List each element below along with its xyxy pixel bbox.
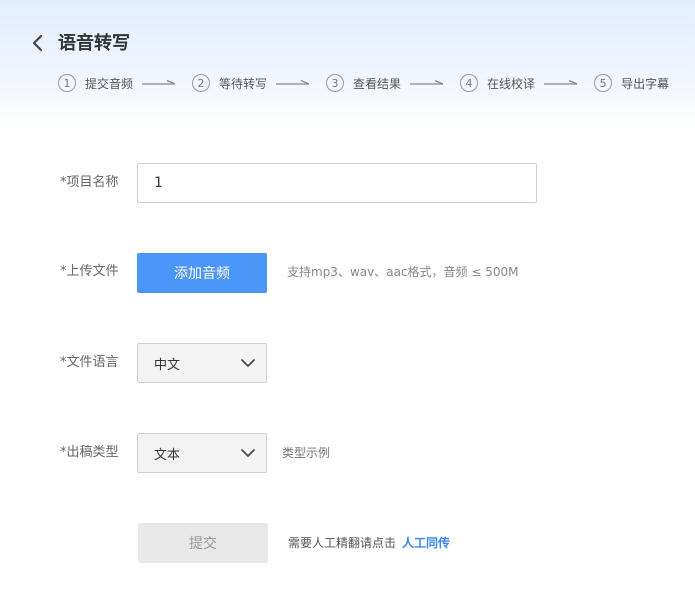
step-3: 3 查看结果 xyxy=(326,74,401,92)
chevron-down-icon xyxy=(241,359,255,367)
arrow-right-icon xyxy=(276,79,310,85)
step-number: 3 xyxy=(326,74,345,92)
type-example-link[interactable]: 类型示例 xyxy=(282,443,330,463)
project-name-label: *项目名称 xyxy=(60,175,119,190)
step-label: 等待转写 xyxy=(219,76,268,91)
output-type-value: 文本 xyxy=(154,447,181,463)
step-number: 2 xyxy=(192,74,211,92)
arrow-right-icon xyxy=(410,79,444,85)
step-2: 2 等待转写 xyxy=(192,74,267,92)
chevron-left-icon[interactable] xyxy=(28,33,48,53)
manual-translation-hint-text: 需要人工精翻请点击 xyxy=(288,536,397,550)
step-progress: 1 提交音频 2 等待转写 3 查看结果 4 在线校译 5 导出字幕 xyxy=(58,73,669,93)
submit-button[interactable]: 提交 xyxy=(138,523,268,563)
step-label: 在线校译 xyxy=(487,76,536,91)
step-number: 1 xyxy=(58,74,76,92)
step-5: 5 导出字幕 xyxy=(594,74,669,92)
page: 语音转写 1 提交音频 2 等待转写 3 查看结果 4 在线校译 5 导出字幕 … xyxy=(0,0,695,615)
step-1: 1 提交音频 xyxy=(58,74,133,92)
add-audio-button[interactable]: 添加音频 xyxy=(137,253,267,293)
file-language-label: *文件语言 xyxy=(60,355,119,370)
arrow-right-icon xyxy=(142,79,176,85)
header-background xyxy=(0,0,695,130)
file-language-select[interactable]: 中文 xyxy=(137,343,267,383)
step-label: 查看结果 xyxy=(353,76,402,91)
page-title: 语音转写 xyxy=(58,33,130,54)
step-4: 4 在线校译 xyxy=(460,74,535,92)
upload-file-label: *上传文件 xyxy=(60,264,119,279)
output-type-select[interactable]: 文本 xyxy=(137,433,267,473)
manual-translation-hint: 需要人工精翻请点击 人工同传 xyxy=(288,533,450,553)
chevron-down-icon xyxy=(241,449,255,457)
step-label: 提交音频 xyxy=(85,76,134,91)
step-number: 4 xyxy=(460,74,479,92)
upload-format-hint: 支持mp3、wav、aac格式，音频 ≤ 500M xyxy=(287,265,519,279)
project-name-input[interactable] xyxy=(137,163,537,203)
step-number: 5 xyxy=(594,74,613,92)
output-type-label: *出稿类型 xyxy=(60,445,119,460)
manual-interpretation-link[interactable]: 人工同传 xyxy=(402,536,450,550)
step-label: 导出字幕 xyxy=(621,76,670,91)
file-language-value: 中文 xyxy=(154,357,181,373)
arrow-right-icon xyxy=(544,79,578,85)
